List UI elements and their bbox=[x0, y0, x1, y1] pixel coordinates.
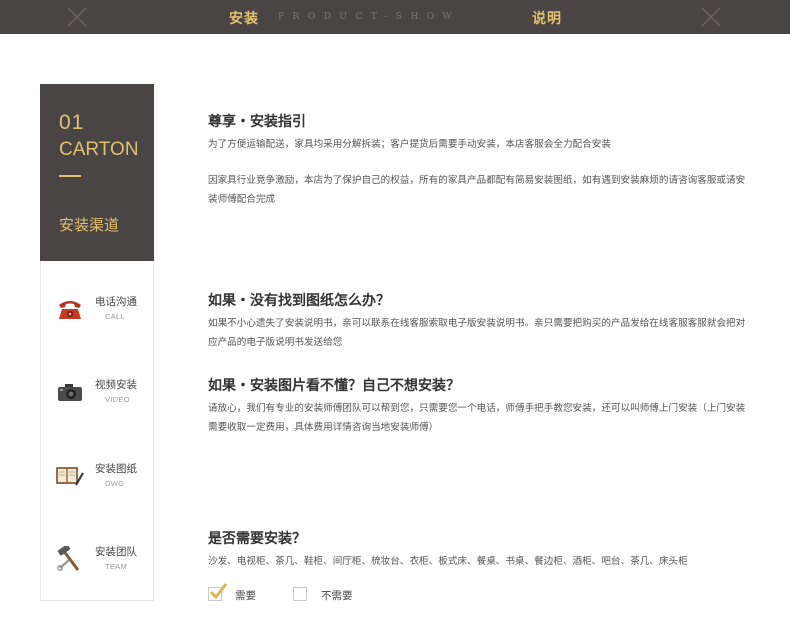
cross-deco-icon bbox=[67, 7, 87, 27]
sidebar-item-en: DWG bbox=[105, 479, 125, 488]
header-title-left: 安装 bbox=[229, 11, 259, 27]
checkmark-icon bbox=[209, 583, 228, 600]
section-text: 请放心，我们有专业的安装师傅团队可以帮到您，只需要您一个电话，师傅手把手教您安装… bbox=[208, 403, 746, 433]
section-title: 尊享・安装指引 bbox=[208, 114, 306, 130]
divider bbox=[59, 175, 81, 177]
furniture-list: 沙发、电视柜、茶几、鞋柜、间厅柜、梳妆台、衣柜、板式床、餐桌、书桌、餐边柜、酒柜… bbox=[208, 556, 688, 567]
sidebar-item-call[interactable]: 电话沟通 CALL bbox=[41, 292, 153, 332]
notebook-icon bbox=[56, 467, 84, 486]
section-no-drawing: 如果・没有找到图纸怎么办？ 如果不小心遗失了安装说明书，亲可以联系在线客服索取电… bbox=[208, 292, 753, 352]
header-title-right: 说明 bbox=[532, 11, 562, 27]
sidebar-item-label: 电话沟通 bbox=[95, 296, 137, 308]
section-guide: 尊享・安装指引 为了方便运输配送，家具均采用分解拆装；客户提货后需要手动安装，本… bbox=[208, 113, 753, 209]
checkbox[interactable] bbox=[293, 587, 307, 601]
sidebar-item-team[interactable]: 安装团队 TEAM bbox=[41, 542, 153, 582]
header-bar: 安装 PRODUCT-SHOW 说明 bbox=[0, 0, 790, 34]
section-text: 为了方便运输配送，家具均采用分解拆装；客户提货后需要手动安装，本店客服会全力配合… bbox=[208, 139, 611, 150]
section-text: 因家具行业竞争激励，本店为了保护自己的权益，所有的家具产品都配有简易安装图纸，如… bbox=[208, 175, 746, 205]
channel-title: 安装渠道 bbox=[59, 216, 120, 234]
section-number: 01 bbox=[59, 111, 85, 134]
sidebar-item-en: VIDEO bbox=[105, 395, 130, 404]
section-title: 是否需要安装？ bbox=[208, 531, 306, 547]
sidebar-item-label: 视频安装 bbox=[95, 379, 137, 391]
carton-label: CARTON bbox=[59, 139, 139, 160]
sidebar-item-label: 安装图纸 bbox=[95, 463, 137, 475]
sidebar-item-en: TEAM bbox=[105, 562, 128, 571]
header-subtitle: PRODUCT-SHOW bbox=[278, 12, 461, 22]
sidebar-list: 电话沟通 CALL 视频安装 VIDEO 安装图纸 DWG 安装团队 TEAM bbox=[40, 261, 154, 601]
tools-icon bbox=[57, 546, 80, 571]
section-need-install: 是否需要安装？ 沙发、电视柜、茶几、鞋柜、间厅柜、梳妆台、衣柜、板式床、餐桌、书… bbox=[208, 530, 753, 571]
sidebar-item-dwg[interactable]: 安装图纸 DWG bbox=[41, 459, 153, 499]
cross-deco-icon bbox=[701, 7, 721, 27]
sidebar-item-en: CALL bbox=[105, 312, 125, 321]
sidebar-item-label: 安装团队 bbox=[95, 546, 137, 558]
telephone-icon bbox=[59, 301, 81, 319]
section-text: 如果不小心遗失了安装说明书，亲可以联系在线客服索取电子版安装说明书。亲只需要把购… bbox=[208, 318, 746, 348]
option-label: 不需要 bbox=[321, 590, 353, 602]
camera-icon bbox=[58, 384, 82, 401]
sidebar-item-video[interactable]: 视频安装 VIDEO bbox=[41, 375, 153, 415]
sidebar-header: 01 CARTON 安装渠道 bbox=[40, 84, 154, 261]
section-not-understand: 如果・安装图片看不懂？自己不想安装？ 请放心，我们有专业的安装师傅团队可以帮到您… bbox=[208, 377, 753, 437]
section-title: 如果・安装图片看不懂？自己不想安装？ bbox=[208, 378, 460, 394]
section-title: 如果・没有找到图纸怎么办？ bbox=[208, 293, 390, 309]
option-label: 需要 bbox=[235, 590, 256, 602]
